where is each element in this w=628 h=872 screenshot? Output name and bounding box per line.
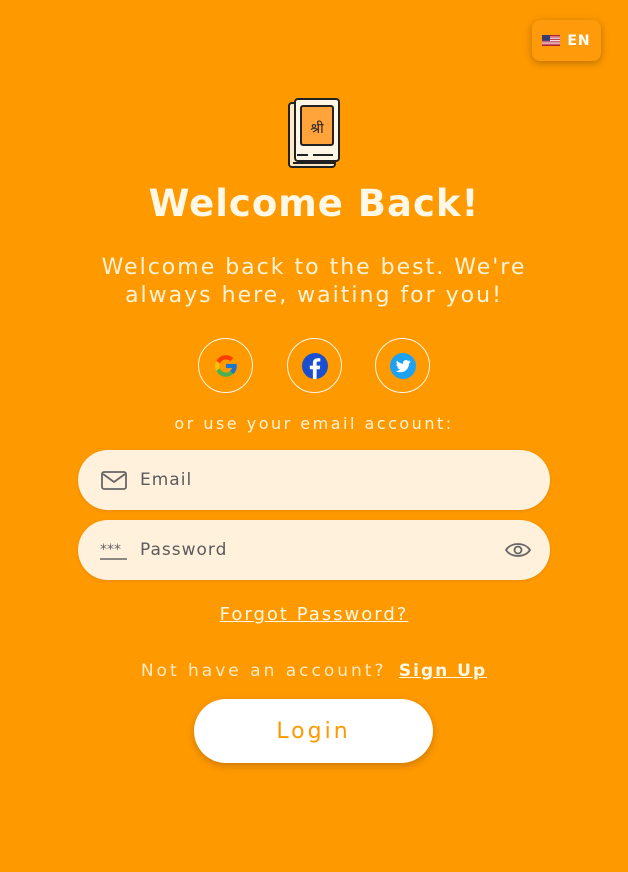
language-selector[interactable]: EN <box>532 20 601 61</box>
facebook-login-button[interactable] <box>287 338 342 393</box>
book-icon: श्री <box>288 98 340 168</box>
email-input[interactable] <box>140 450 480 510</box>
twitter-login-button[interactable] <box>375 338 430 393</box>
password-input[interactable] <box>140 520 480 580</box>
signup-line: Not have an account? Sign Up <box>0 661 628 681</box>
signup-link[interactable]: Sign Up <box>399 661 487 681</box>
login-button[interactable]: Login <box>194 699 433 763</box>
facebook-icon <box>301 352 328 379</box>
eye-icon[interactable] <box>504 539 532 561</box>
divider-text: or use your email account: <box>174 414 454 433</box>
password-icon: *** <box>100 542 127 560</box>
password-field: *** <box>78 520 550 580</box>
subtitle: Welcome back to the best. We're always h… <box>101 255 527 308</box>
twitter-icon <box>389 352 416 379</box>
mail-icon <box>101 471 127 490</box>
email-field <box>78 450 550 510</box>
forgot-password-link[interactable]: Forgot Password? <box>220 604 409 625</box>
language-code: EN <box>567 32 591 49</box>
logo-glyph: श्री <box>310 120 324 137</box>
us-flag-icon <box>542 35 561 46</box>
google-icon <box>214 354 237 377</box>
signup-prompt: Not have an account? <box>140 661 387 681</box>
page-title: Welcome Back! <box>148 182 480 225</box>
svg-text:***: *** <box>100 542 121 558</box>
google-login-button[interactable] <box>198 338 253 393</box>
